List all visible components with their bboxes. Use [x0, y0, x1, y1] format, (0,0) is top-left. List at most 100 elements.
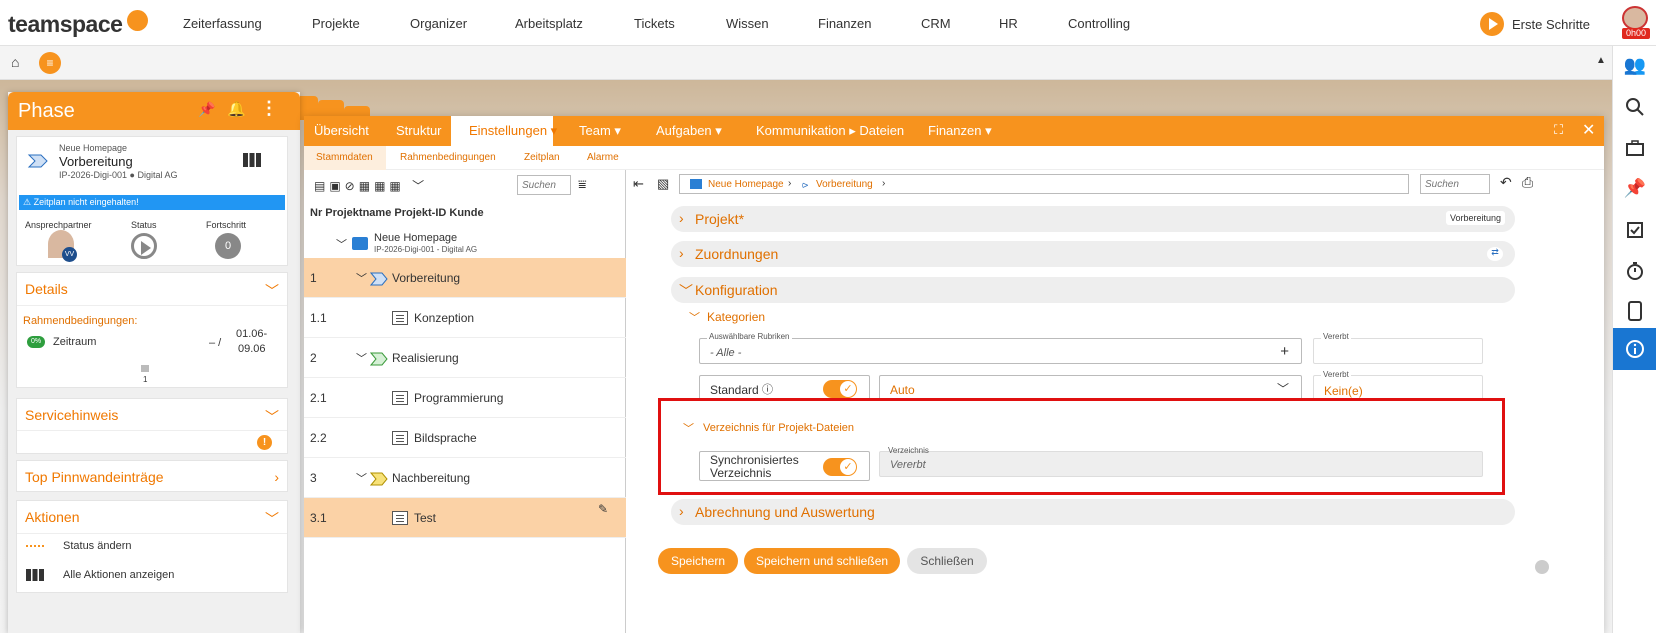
tree-toolbar-icons[interactable]: ▤▣⊘▦▦▦ ﹀: [314, 177, 428, 194]
nav-finanzen[interactable]: Finanzen: [818, 16, 871, 31]
chevron-down-icon[interactable]: ﹀: [356, 270, 367, 286]
print-icon[interactable]: ⎙: [1522, 174, 1533, 191]
pin-icon[interactable]: 📌: [198, 101, 215, 118]
rubriken-field[interactable]: - Alle - +: [699, 338, 1302, 364]
project-window: Übersicht Struktur Einstellungen ▾ Team …: [304, 116, 1604, 633]
edit-icon[interactable]: ✎: [598, 502, 608, 516]
user-avatar[interactable]: 0h00: [1622, 6, 1650, 40]
nav-tickets[interactable]: Tickets: [634, 16, 675, 31]
status-dots-icon: [26, 545, 44, 547]
nav-zeiterfassung[interactable]: Zeiterfassung: [183, 16, 262, 31]
breadcrumb-project[interactable]: Neue Homepage: [708, 179, 784, 190]
standard-toggle[interactable]: [823, 380, 857, 398]
save-button[interactable]: Speichern: [658, 548, 738, 574]
details-title[interactable]: Details: [25, 281, 68, 297]
grid-icon[interactable]: [243, 153, 261, 167]
subtab-rahmenbedingungen[interactable]: Rahmenbedingungen: [400, 152, 496, 163]
collapse-icon[interactable]: ▲: [1596, 55, 1606, 66]
section-zuordnungen[interactable]: › Zuordnungen ⇄: [671, 241, 1515, 267]
pinnwand-card[interactable]: Top Pinnwandeinträge ›: [16, 460, 288, 492]
user-icon[interactable]: [1535, 560, 1549, 574]
alle-aktionen-link[interactable]: Alle Aktionen anzeigen: [63, 569, 174, 581]
filter-icon[interactable]: ⩸: [578, 176, 587, 193]
add-icon[interactable]: +: [1280, 343, 1289, 360]
zeitraum-label: Zeitraum: [53, 336, 97, 348]
tree-row[interactable]: 2 ﹀ Realisierung: [304, 338, 626, 378]
tab-kommunikation[interactable]: Kommunikation ▸ Dateien: [756, 123, 904, 139]
section-abrechnung[interactable]: › Abrechnung und Auswertung: [671, 499, 1515, 525]
pin-icon[interactable]: 📌: [1623, 176, 1647, 200]
checklist-icon[interactable]: [1623, 218, 1647, 242]
subtab-zeitplan[interactable]: Zeitplan: [524, 152, 560, 163]
chevron-right-icon[interactable]: ›: [274, 469, 279, 485]
close-icon[interactable]: ✕: [1582, 120, 1595, 140]
search-icon[interactable]: [1623, 95, 1647, 119]
subtab-alarme[interactable]: Alarme: [587, 152, 619, 163]
nav-projekte[interactable]: Projekte: [312, 16, 360, 31]
people-icon[interactable]: 👥: [1623, 53, 1647, 77]
bell-icon[interactable]: 🔔: [227, 100, 246, 118]
tab-aufgaben[interactable]: Aufgaben ▾: [656, 123, 722, 139]
tree-row[interactable]: 1.1 Konzeption: [304, 298, 626, 338]
row-name: Programmierung: [414, 391, 504, 405]
info-icon[interactable]: ⓘ: [762, 381, 773, 397]
chevron-down-icon[interactable]: ﹀: [689, 309, 700, 325]
undo-icon[interactable]: ↶: [1500, 174, 1512, 191]
stopwatch-icon[interactable]: [1623, 259, 1647, 283]
nav-wissen[interactable]: Wissen: [726, 16, 769, 31]
tab-einstellungen[interactable]: Einstellungen ▾: [469, 123, 557, 139]
nav-hr[interactable]: HR: [999, 16, 1018, 31]
tab-team[interactable]: Team ▾: [579, 123, 621, 139]
nav-crm[interactable]: CRM: [921, 16, 951, 31]
timer-badge[interactable]: 0h00: [1622, 28, 1650, 39]
chevron-down-icon[interactable]: ﹀: [356, 350, 367, 366]
chevron-down-icon[interactable]: ﹀: [265, 509, 279, 529]
info-tab[interactable]: [1613, 328, 1656, 370]
row-nr: 3: [310, 471, 317, 485]
chevron-down-icon[interactable]: ﹀: [336, 236, 347, 252]
detail-search-input[interactable]: [1420, 174, 1490, 194]
aktionen-title[interactable]: Aktionen: [25, 509, 79, 525]
tree-row[interactable]: 3 ﹀ Nachbereitung: [304, 458, 626, 498]
chevron-down-icon[interactable]: ﹀: [265, 407, 279, 427]
teamspace-logo[interactable]: teamspace: [8, 11, 123, 38]
briefcase-icon[interactable]: [1623, 136, 1647, 160]
export-icon[interactable]: ▧: [657, 176, 669, 192]
chevron-down-icon[interactable]: ﹀: [683, 420, 694, 436]
service-title[interactable]: Servicehinweis: [25, 407, 118, 423]
kategorien-title[interactable]: Kategorien: [707, 310, 765, 324]
tab-uebersicht[interactable]: Übersicht: [314, 123, 369, 138]
chevron-down-icon[interactable]: ﹀: [265, 281, 279, 301]
tree-row[interactable]: 1 ﹀ Vorbereitung: [304, 258, 626, 298]
subtab-stammdaten[interactable]: Stammdaten: [316, 152, 373, 163]
sync-toggle[interactable]: [823, 458, 857, 476]
nav-controlling[interactable]: Controlling: [1068, 16, 1130, 31]
phone-icon[interactable]: [1623, 299, 1647, 323]
chevron-down-icon[interactable]: ﹀: [356, 470, 367, 486]
status-aendern-link[interactable]: Status ändern: [63, 540, 132, 552]
collapse-panel-icon[interactable]: ⇤: [633, 176, 644, 192]
tree-row[interactable]: 2.2 Bildsprache: [304, 418, 626, 458]
section-konfiguration[interactable]: ﹀ Konfiguration: [671, 277, 1515, 303]
nav-organizer[interactable]: Organizer: [410, 16, 467, 31]
tree-row[interactable]: 2.1 Programmierung: [304, 378, 626, 418]
section-projekt[interactable]: › Projekt* Vorbereitung: [671, 206, 1515, 232]
status-play-icon[interactable]: [131, 233, 157, 259]
more-icon[interactable]: ⋮: [260, 98, 278, 119]
breadcrumb-phase[interactable]: Vorbereitung: [816, 179, 873, 190]
home-icon[interactable]: ⌂: [11, 54, 19, 70]
menu-icon[interactable]: ≡: [39, 52, 61, 74]
phase-info-card: Neue Homepage Vorbereitung IP-2026-Digi-…: [16, 136, 288, 266]
verzeichnis-title[interactable]: Verzeichnis für Projekt-Dateien: [703, 422, 854, 434]
tree-search-input[interactable]: [517, 175, 571, 195]
save-close-button[interactable]: Speichern und schließen: [744, 548, 900, 574]
close-button[interactable]: Schließen: [907, 548, 987, 574]
tree-row[interactable]: 3.1 Test ✎: [304, 498, 626, 538]
maximize-icon[interactable]: ⛶: [1554, 122, 1563, 138]
tab-struktur[interactable]: Struktur: [396, 123, 442, 138]
chevron-down-icon[interactable]: ﹀: [1277, 380, 1289, 397]
service-alert-icon[interactable]: !: [257, 435, 272, 450]
erste-schritte-button[interactable]: Erste Schritte: [1480, 12, 1590, 36]
nav-arbeitsplatz[interactable]: Arbeitsplatz: [515, 16, 583, 31]
tab-finanzen[interactable]: Finanzen ▾: [928, 123, 992, 139]
